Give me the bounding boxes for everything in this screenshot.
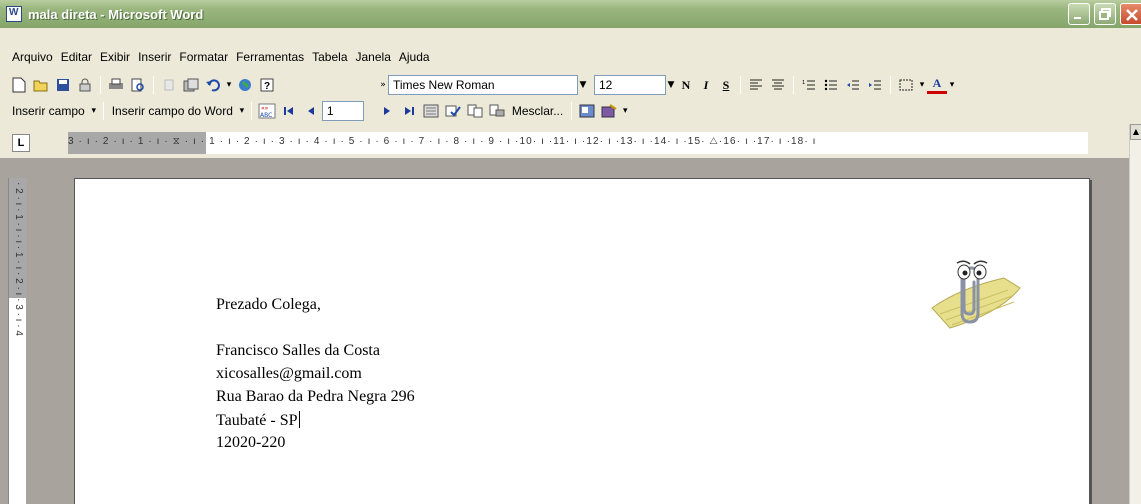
undo-icon[interactable] [202, 74, 224, 96]
standard-toolbar: ▾ ? » Times New Roman ▼ 12 ▼ N I S 1 ▾ A… [0, 72, 1141, 98]
insert-word-field-button[interactable]: Inserir campo do Word [108, 104, 237, 118]
separator [153, 76, 154, 94]
font-name-dropdown-icon[interactable]: ▼ [578, 75, 588, 95]
letter-line: Francisco Salles da Costa [216, 342, 380, 359]
separator [890, 76, 891, 94]
merge-to-printer-icon[interactable] [486, 100, 508, 122]
word-app-icon[interactable] [6, 6, 22, 22]
chevron-down-icon[interactable]: ▾ [89, 101, 99, 121]
document-page[interactable] [74, 178, 1090, 504]
restore-button[interactable] [1094, 3, 1116, 25]
next-record-icon[interactable] [376, 100, 398, 122]
font-name-box[interactable]: Times New Roman [388, 75, 578, 95]
italic-button[interactable]: I [696, 78, 716, 93]
svg-text:ABC: ABC [260, 112, 272, 119]
find-entry-icon[interactable] [420, 100, 442, 122]
check-errors-icon[interactable] [442, 100, 464, 122]
horizontal-ruler[interactable]: 3 · ı · 2 · ı · 1 · ı · ⧖ · ı · 1 · ı · … [68, 132, 1088, 154]
menu-ajuda[interactable]: Ajuda [395, 50, 434, 64]
vertical-scrollbar[interactable]: ▲ [1129, 124, 1141, 504]
svg-text:«»: «» [261, 105, 269, 112]
decrease-indent-icon[interactable] [842, 74, 864, 96]
letter-line: xicosalles@gmail.com [216, 365, 362, 382]
window-title: mala direta - Microsoft Word [28, 6, 204, 22]
open-data-source-icon[interactable] [598, 100, 620, 122]
separator [740, 76, 741, 94]
font-size-box[interactable]: 12 [594, 75, 666, 95]
svg-text:?: ? [264, 81, 270, 92]
borders-icon[interactable] [895, 74, 917, 96]
new-icon[interactable] [8, 74, 30, 96]
print-icon[interactable] [105, 74, 127, 96]
font-size-dropdown-icon[interactable]: ▼ [666, 75, 676, 95]
print-preview-icon[interactable] [127, 74, 149, 96]
permission-icon[interactable] [74, 74, 96, 96]
insert-field-button[interactable]: Inserir campo [8, 104, 89, 118]
font-color-button[interactable]: A [927, 76, 947, 94]
last-record-icon[interactable] [398, 100, 420, 122]
ruler-labels: 3 · ı · 2 · ı · 1 · ı · ⧖ · ı · 1 · ı · … [68, 136, 817, 147]
menu-exibir[interactable]: Exibir [96, 50, 134, 64]
separator [250, 102, 252, 120]
cut-icon[interactable] [158, 74, 180, 96]
chevron-down-icon[interactable]: ▾ [620, 101, 630, 121]
letter-line: 12020-220 [216, 434, 286, 451]
text-cursor [298, 411, 300, 428]
letter-line: Taubaté - SP [216, 412, 298, 429]
align-left-icon[interactable] [745, 74, 767, 96]
vertical-ruler[interactable]: · 2 · ı · 1 · ı · ı · 1 · ı · 2 · ı · 3 … [8, 178, 27, 504]
chevron-down-icon[interactable]: ▾ [237, 101, 247, 121]
first-record-icon[interactable] [278, 100, 300, 122]
menu-janela[interactable]: Janela [352, 50, 395, 64]
help-icon[interactable]: ? [256, 74, 278, 96]
separator [100, 76, 101, 94]
increase-indent-icon[interactable] [864, 74, 886, 96]
merge-to-document-icon[interactable] [464, 100, 486, 122]
mail-merge-toolbar: Inserir campo ▾ Inserir campo do Word ▾ … [0, 98, 1141, 124]
minimize-button[interactable] [1068, 3, 1090, 25]
chevron-down-icon[interactable]: ▾ [917, 75, 927, 95]
menu-inserir[interactable]: Inserir [134, 50, 175, 64]
underline-button[interactable]: S [716, 78, 736, 93]
previous-record-icon[interactable] [300, 100, 322, 122]
align-center-icon[interactable] [767, 74, 789, 96]
separator [793, 76, 794, 94]
toolbar-options-icon[interactable]: » [378, 75, 388, 95]
close-button[interactable] [1120, 3, 1141, 25]
horizontal-ruler-area: L 3 · ı · 2 · ı · 1 · ı · ⧖ · ı · 1 · ı … [0, 124, 1141, 158]
copy-icon[interactable] [180, 74, 202, 96]
chevron-down-icon[interactable]: ▾ [224, 75, 234, 95]
bold-button[interactable]: N [676, 78, 696, 93]
view-merged-data-icon[interactable]: «» ABC [256, 100, 278, 122]
svg-text:1: 1 [802, 80, 805, 86]
menu-arquivo[interactable]: Arquivo [8, 50, 57, 64]
title-bar: mala direta - Microsoft Word [0, 0, 1141, 28]
bullets-icon[interactable] [820, 74, 842, 96]
letter-line-with-cursor: Taubaté - SP [216, 411, 300, 430]
menu-editar[interactable]: Editar [57, 50, 96, 64]
office-assistant-clippy[interactable] [920, 258, 1030, 338]
insert-hyperlink-icon[interactable] [234, 74, 256, 96]
letter-line: Rua Barao da Pedra Negra 296 [216, 388, 415, 405]
scroll-up-icon[interactable]: ▲ [1130, 124, 1141, 140]
menu-bar: Arquivo Editar Exibir Inserir Formatar F… [0, 44, 1141, 70]
separator [571, 102, 573, 120]
save-icon[interactable] [52, 74, 74, 96]
tab-stop-selector[interactable]: L [12, 134, 30, 152]
open-icon[interactable] [30, 74, 52, 96]
chevron-down-icon[interactable]: ▾ [947, 75, 957, 95]
menu-tabela[interactable]: Tabela [308, 50, 351, 64]
letter-greeting: Prezado Colega, [216, 296, 321, 313]
separator [102, 102, 104, 120]
merge-button[interactable]: Mesclar... [508, 104, 567, 118]
record-number-field[interactable]: 1 [321, 101, 364, 121]
main-document-setup-icon[interactable] [576, 100, 598, 122]
menu-formatar[interactable]: Formatar [175, 50, 232, 64]
vruler-labels: · 2 · ı · 1 · ı · ı · 1 · ı · 2 · ı · 3 … [13, 182, 24, 336]
numbering-icon[interactable]: 1 [798, 74, 820, 96]
menu-ferramentas[interactable]: Ferramentas [232, 50, 308, 64]
